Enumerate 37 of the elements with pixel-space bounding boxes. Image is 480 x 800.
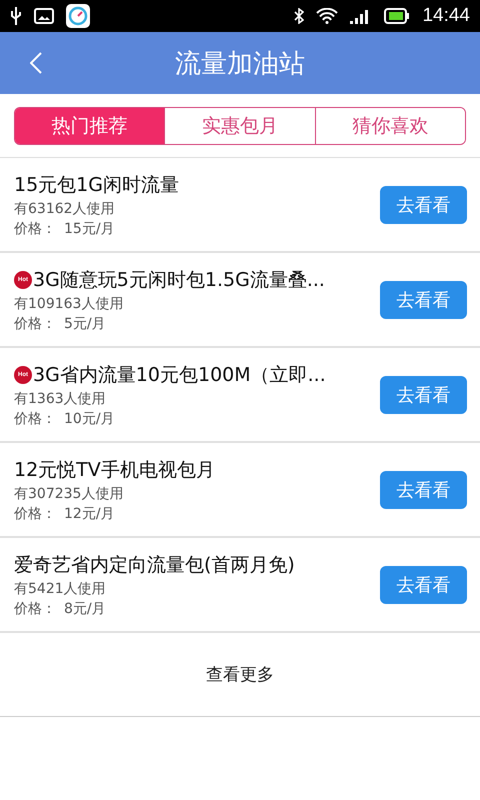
view-button[interactable]: 去看看 (380, 376, 467, 414)
user-count: 有307235人使用 (14, 484, 124, 502)
page-title: 流量加油站 (175, 48, 305, 80)
price-label: 价格： (14, 504, 56, 522)
load-more-link[interactable]: 查看更多 (206, 663, 274, 686)
battery-icon (384, 8, 410, 24)
price-label: 价格： (14, 600, 56, 618)
wifi-icon (316, 8, 338, 24)
package-title: 3G省内流量10元包100M（立即... (33, 362, 326, 388)
bluetooth-icon (294, 8, 304, 24)
price-label: 价格： (14, 220, 56, 238)
usb-icon (10, 7, 22, 25)
price-value: 5元/月 (64, 314, 106, 332)
user-count: 有63162人使用 (14, 200, 116, 218)
price-label: 价格： (14, 314, 56, 332)
price-label: 价格： (14, 410, 56, 428)
user-count: 有5421人使用 (14, 580, 107, 598)
package-title: 爱奇艺省内定向流量包(首两月免) (14, 552, 295, 578)
gauge-app-icon (66, 4, 90, 28)
tab[interactable]: 猜你喜欢 (314, 108, 465, 144)
price-value: 12元/月 (64, 504, 115, 522)
price-value: 15元/月 (64, 220, 115, 238)
package-title: 15元包1G闲时流量 (14, 172, 179, 198)
package-title: 3G随意玩5元闲时包1.5G流量叠... (33, 268, 325, 292)
view-button[interactable]: 去看看 (380, 566, 467, 604)
user-count: 有1363人使用 (14, 390, 107, 408)
view-button[interactable]: 去看看 (380, 186, 467, 224)
tab[interactable]: 热门推荐 (15, 108, 164, 144)
package-title: 12元悦TV手机电视包月 (14, 458, 215, 482)
price-value: 10元/月 (64, 410, 115, 428)
back-icon[interactable] (30, 52, 42, 74)
view-button[interactable]: 去看看 (380, 280, 467, 318)
view-button[interactable]: 去看看 (380, 470, 467, 508)
clock: 14:44 (422, 5, 470, 27)
image-icon (34, 8, 54, 24)
price-value: 8元/月 (64, 600, 106, 618)
user-count: 有109163人使用 (14, 294, 124, 312)
